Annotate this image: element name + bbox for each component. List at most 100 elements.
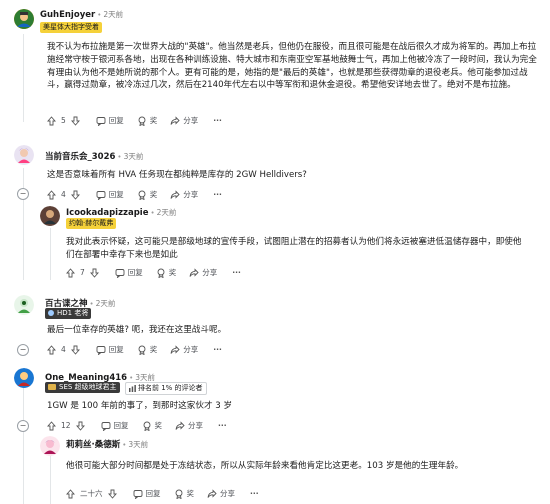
more-options-icon[interactable]: ··· bbox=[213, 116, 222, 125]
thread-line[interactable] bbox=[50, 228, 51, 280]
share-icon bbox=[207, 488, 217, 499]
user-flair: 约翰·赫尔戴弗 bbox=[66, 218, 117, 229]
award-button[interactable]: 奖 bbox=[156, 267, 176, 278]
award-button[interactable]: 奖 bbox=[174, 488, 195, 499]
downvote-icon[interactable] bbox=[75, 421, 85, 431]
thread-line[interactable] bbox=[23, 168, 24, 280]
reply-label: 回复 bbox=[108, 345, 124, 354]
reply-label: 回复 bbox=[108, 190, 124, 199]
share-label: 分享 bbox=[183, 190, 199, 199]
avatar[interactable] bbox=[40, 206, 60, 226]
user-flair-label: HD1 老将 bbox=[57, 309, 89, 317]
collapse-thread-button[interactable]: − bbox=[17, 344, 29, 356]
share-button[interactable]: 分享 bbox=[207, 488, 235, 499]
reply-label: 回复 bbox=[145, 489, 161, 498]
comment-author[interactable]: GuhEnjoyer bbox=[40, 10, 95, 20]
thread-line[interactable] bbox=[23, 387, 24, 504]
reply-label: 回复 bbox=[127, 268, 143, 277]
award-icon bbox=[137, 190, 147, 200]
upvote-icon[interactable] bbox=[66, 267, 75, 278]
comment-actions: 7 回复 奖 分享 ··· bbox=[66, 267, 241, 278]
avatar[interactable] bbox=[40, 436, 60, 456]
share-button[interactable]: 分享 bbox=[170, 344, 198, 355]
vote-group: 4 bbox=[47, 189, 83, 200]
share-icon bbox=[170, 344, 180, 355]
upvote-icon[interactable] bbox=[47, 115, 56, 126]
vote-count: 4 bbox=[61, 190, 66, 199]
avatar[interactable] bbox=[14, 9, 34, 29]
collapse-thread-button[interactable]: − bbox=[17, 188, 29, 200]
comment-icon bbox=[133, 489, 143, 499]
share-button[interactable]: 分享 bbox=[170, 115, 198, 126]
award-button[interactable]: 奖 bbox=[142, 420, 163, 431]
reply-button[interactable]: 回复 bbox=[115, 267, 143, 278]
vote-group: 7 bbox=[66, 267, 102, 278]
comment-body: 这是否意味着所有 HVA 任务现在都纯粹是库存的 2GW Helldivers? bbox=[47, 170, 307, 180]
comment-timestamp[interactable]: 3天前 bbox=[128, 440, 148, 449]
comment-timestamp[interactable]: 2天前 bbox=[157, 208, 177, 217]
helmet-icon bbox=[48, 310, 54, 316]
share-icon bbox=[189, 267, 199, 278]
more-options-icon[interactable]: ··· bbox=[232, 268, 241, 277]
more-options-icon[interactable]: ··· bbox=[218, 421, 227, 430]
comment-timestamp[interactable]: 3天前 bbox=[135, 373, 155, 382]
award-label: 奖 bbox=[149, 190, 158, 199]
collapse-thread-button[interactable]: − bbox=[17, 420, 29, 432]
comment-author[interactable]: 当前音乐会_3026 bbox=[45, 152, 115, 162]
top-commenter-badge: 排名前 1% 的评论者 bbox=[125, 382, 207, 395]
award-button[interactable]: 奖 bbox=[137, 189, 158, 200]
comment-author[interactable]: 莉莉丝·桑德斯 bbox=[66, 440, 120, 450]
comment-timestamp[interactable]: 2天前 bbox=[103, 10, 123, 19]
reply-button[interactable]: 回复 bbox=[133, 488, 161, 499]
reply-button[interactable]: 回复 bbox=[96, 115, 124, 126]
more-options-icon[interactable]: ··· bbox=[213, 190, 222, 199]
vote-count: 二十六 bbox=[80, 489, 103, 498]
reply-button[interactable]: 回复 bbox=[96, 189, 124, 200]
thread-line[interactable] bbox=[23, 34, 24, 122]
award-button[interactable]: 奖 bbox=[137, 344, 157, 355]
share-label: 分享 bbox=[202, 268, 218, 277]
avatar[interactable] bbox=[14, 368, 34, 388]
downvote-icon[interactable] bbox=[70, 345, 80, 355]
comment-body: 我不认为布拉施是第一次世界大战的"英雄"。他当然是老兵，但他仍在服役，而且很可能… bbox=[47, 42, 537, 91]
downvote-icon[interactable] bbox=[89, 268, 99, 278]
comment-body: 我对此表示怀疑，这可能只是部级地球的宣传手段，试图阻止潜在的招募者认为他们将永远… bbox=[66, 237, 522, 260]
share-button[interactable]: 分享 bbox=[175, 420, 203, 431]
upvote-icon[interactable] bbox=[47, 344, 56, 355]
downvote-icon[interactable] bbox=[70, 116, 80, 126]
more-options-icon[interactable]: ··· bbox=[250, 489, 259, 498]
award-icon bbox=[174, 489, 184, 499]
avatar[interactable] bbox=[14, 145, 34, 165]
comment-icon bbox=[115, 268, 125, 278]
user-flair: SES 超级地球君主 bbox=[45, 382, 120, 393]
comment-timestamp[interactable]: 3天前 bbox=[124, 152, 144, 161]
share-icon bbox=[170, 115, 180, 126]
award-label: 奖 bbox=[154, 421, 163, 430]
downvote-icon[interactable] bbox=[70, 190, 80, 200]
comment-icon bbox=[101, 421, 111, 431]
share-label: 分享 bbox=[183, 345, 199, 354]
share-icon bbox=[170, 189, 180, 200]
reply-button[interactable]: 回复 bbox=[96, 344, 124, 355]
downvote-icon[interactable] bbox=[107, 489, 117, 499]
comment-actions: 4 回复 奖 分享 ··· bbox=[47, 189, 222, 200]
reply-button[interactable]: 回复 bbox=[101, 420, 129, 431]
award-icon bbox=[137, 116, 147, 126]
comment-actions: 5 回复 奖 分享 ··· bbox=[47, 115, 222, 126]
vote-group: 5 bbox=[47, 115, 83, 126]
share-button[interactable]: 分享 bbox=[189, 267, 217, 278]
comment-timestamp[interactable]: 2天前 bbox=[96, 299, 116, 308]
avatar[interactable] bbox=[14, 295, 34, 315]
upvote-icon[interactable] bbox=[47, 189, 56, 200]
thread-line[interactable] bbox=[50, 448, 51, 504]
award-button[interactable]: 奖 bbox=[137, 115, 158, 126]
award-label: 奖 bbox=[149, 116, 158, 125]
upvote-icon[interactable] bbox=[66, 488, 75, 499]
share-button[interactable]: 分享 bbox=[170, 189, 198, 200]
more-options-icon[interactable]: ··· bbox=[213, 345, 222, 354]
upvote-icon[interactable] bbox=[47, 420, 56, 431]
comment-icon bbox=[96, 345, 106, 355]
vote-count: 12 bbox=[61, 421, 71, 430]
award-label: 奖 bbox=[186, 489, 195, 498]
comment-author[interactable]: Icookadapizzapie bbox=[66, 208, 148, 218]
